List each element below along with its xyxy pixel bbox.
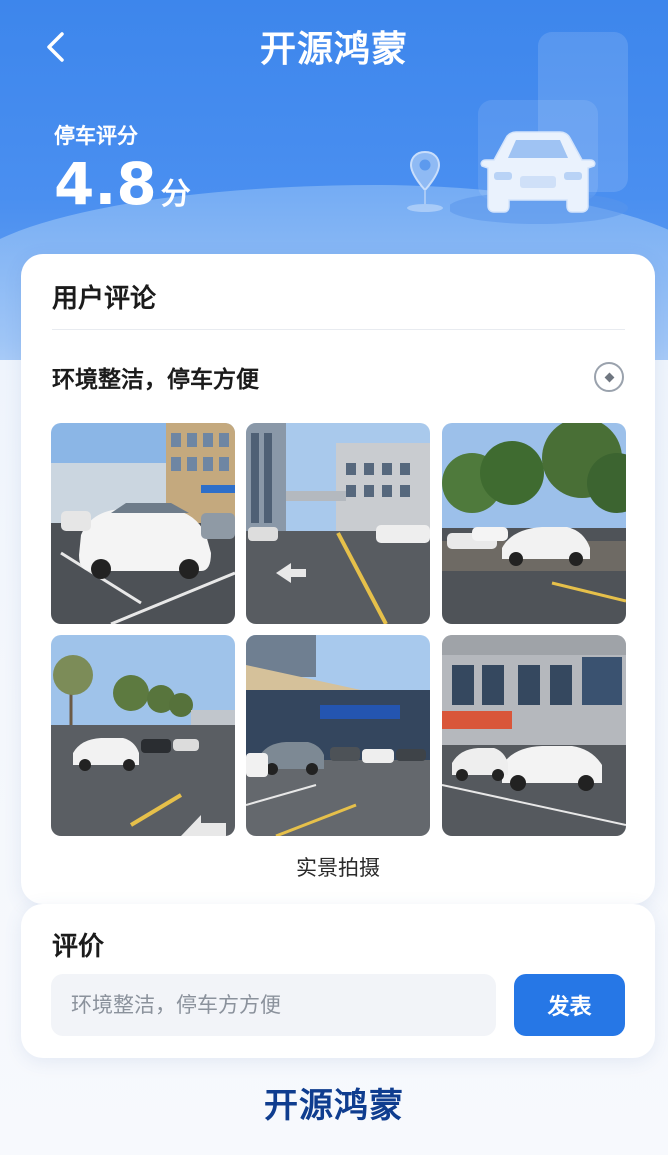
parking-photo[interactable] [246,635,430,836]
car-icon [450,131,628,224]
comment-text: 环境整洁，停车方便 [52,367,259,393]
score-label: 停车评分 [54,124,138,148]
review-input[interactable] [51,974,496,1036]
review-card: 评价 发表 [21,904,655,1058]
comments-card: 用户评论 环境整洁，停车方便 实景拍摄 [21,254,655,904]
review-title: 评价 [52,932,105,962]
score-number: 4.8 [54,150,157,218]
comments-section-title: 用户评论 [52,284,157,314]
parking-photo[interactable] [51,423,235,624]
page-title: 开源鸿蒙 [259,29,408,70]
score-value: 4.8 分 [54,150,191,218]
photo-grid [51,423,626,837]
parking-photo[interactable] [246,423,430,624]
submit-button[interactable]: 发表 [514,974,625,1036]
divider [52,329,625,330]
footer-brand: 开源鸿蒙 [264,1086,404,1126]
score-unit: 分 [160,177,191,212]
parking-photo[interactable] [51,635,235,836]
photo-caption: 实景拍摄 [296,856,380,880]
more-options-icon[interactable] [594,362,624,392]
parking-photo[interactable] [442,423,626,624]
parking-photo[interactable] [442,635,626,836]
location-pin-icon [407,150,443,212]
